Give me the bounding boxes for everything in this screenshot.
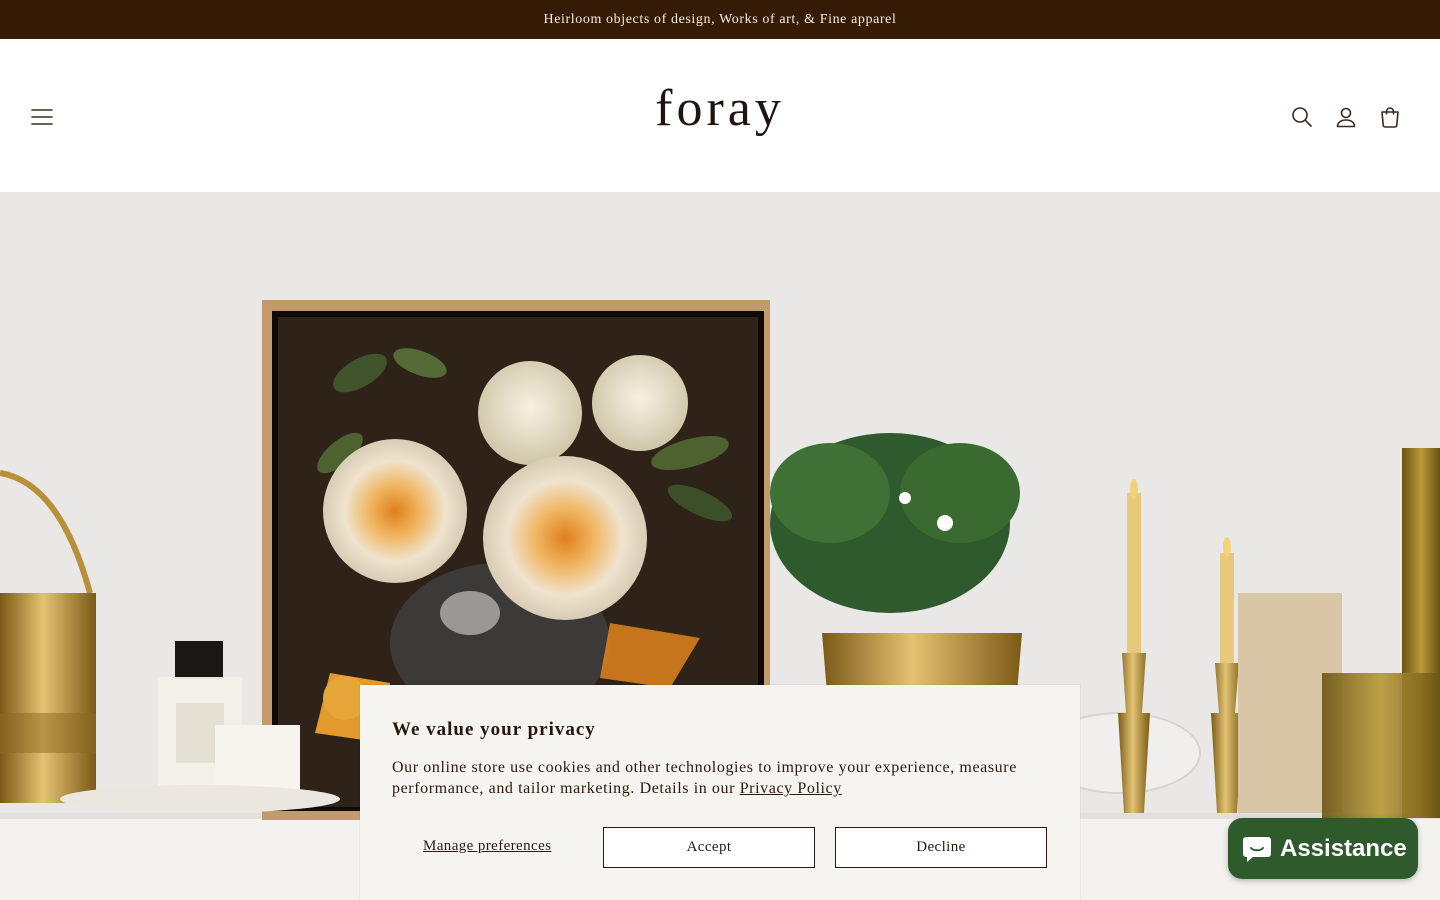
search-button[interactable]	[1282, 97, 1322, 137]
account-button[interactable]	[1326, 97, 1366, 137]
cookie-banner-title: We value your privacy	[392, 719, 596, 740]
accept-button[interactable]: Accept	[603, 827, 815, 868]
cookie-banner-actions: Manage preferences Accept Decline	[392, 827, 1048, 868]
cookie-banner: We value your privacy Our online store u…	[360, 685, 1080, 900]
site-header: foray	[0, 39, 1440, 193]
cart-button[interactable]	[1370, 97, 1410, 137]
assistance-chat-button[interactable]: Assistance	[1228, 818, 1418, 879]
cookie-banner-body: Our online store use cookies and other t…	[392, 759, 1017, 797]
cookie-banner-text: Our online store use cookies and other t…	[392, 757, 1042, 799]
privacy-policy-link[interactable]: Privacy Policy	[740, 780, 842, 797]
announcement-text: Heirloom objects of design, Works of art…	[543, 11, 897, 27]
site-logo[interactable]: foray	[0, 79, 1440, 138]
decline-button[interactable]: Decline	[835, 827, 1047, 868]
manage-preferences-link[interactable]: Manage preferences	[423, 838, 551, 855]
assistance-label: Assistance	[1280, 834, 1407, 862]
cart-icon	[1381, 107, 1399, 128]
chat-bubble-icon	[1243, 836, 1271, 862]
account-icon	[1336, 107, 1356, 128]
search-icon	[1292, 107, 1312, 127]
announcement-bar: Heirloom objects of design, Works of art…	[0, 0, 1440, 39]
